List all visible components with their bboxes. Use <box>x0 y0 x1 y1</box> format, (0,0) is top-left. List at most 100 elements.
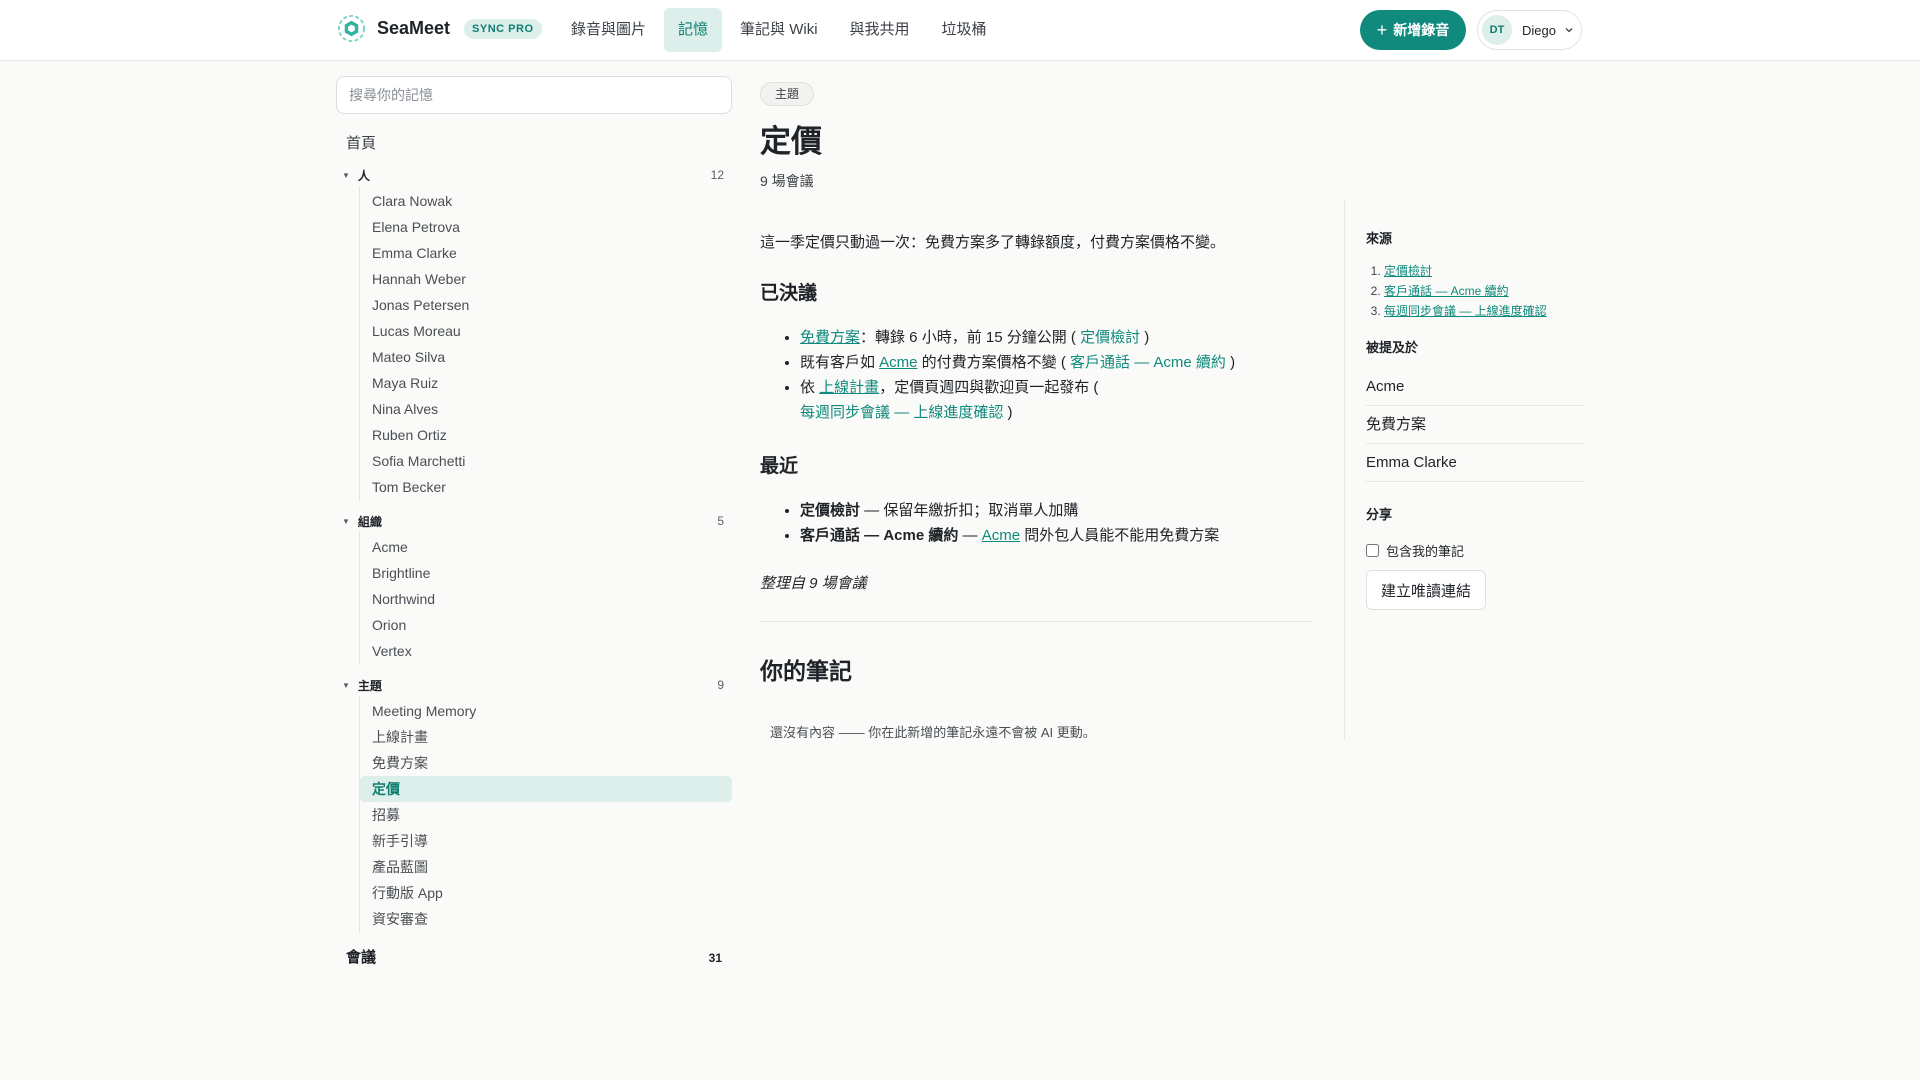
new-recording-label: 新增錄音 <box>1393 22 1450 38</box>
tab-shared-with-me[interactable]: 與我共用 <box>836 8 924 52</box>
sidebar-item-org[interactable]: Vertex <box>360 638 732 664</box>
citation-link[interactable]: 定價檢討 <box>1080 329 1140 346</box>
people-count: 12 <box>710 168 724 182</box>
notes-empty-state[interactable]: 還沒有內容 —— 你在此新增的筆記永遠不會被 AI 更動。 <box>770 722 1315 741</box>
source-link[interactable]: 每週同步會議 — 上線進度確認 <box>1384 304 1547 318</box>
bullet-text: ，定價頁週四與歡迎頁一起發布 <box>879 379 1090 396</box>
main-content: 主題 定價 9 場會議 這一季定價只動過一次：免費方案多了轉錄額度，付費方案價格… <box>760 82 1315 741</box>
mentioned-in-list: Acme 免費方案 Emma Clarke <box>1366 368 1585 482</box>
list-item: 定價檢討 <box>1384 261 1584 281</box>
sidebar-item-topic[interactable]: 免費方案 <box>360 750 732 776</box>
user-menu[interactable]: DT Diego <box>1477 10 1582 50</box>
sidebar-item-topic[interactable]: 產品藍圖 <box>360 854 732 880</box>
sidebar-item-org[interactable]: Acme <box>360 534 732 560</box>
people-section-title: 人 <box>357 168 370 183</box>
seameet-logo-icon <box>337 14 366 43</box>
user-name: Diego <box>1522 22 1556 38</box>
sidebar-item-topic[interactable]: 上線計畫 <box>360 724 732 750</box>
sidebar: 首頁 ▼ 人 12 Clara Nowak Elena Petrova Emma… <box>336 76 732 970</box>
include-notes-option[interactable]: 包含我的筆記 <box>1366 541 1584 560</box>
sidebar-item-person[interactable]: Clara Nowak <box>360 188 732 214</box>
tab-memory[interactable]: 記憶 <box>664 8 723 52</box>
tab-notes-wiki[interactable]: 筆記與 Wiki <box>726 8 832 52</box>
entity-link[interactable]: 免費方案 <box>800 329 860 346</box>
recent-list: 定價檢討 — 保留年繳折扣；取消單人加購 客戶通話 — Acme 續約 — Ac… <box>760 498 1315 548</box>
list-item: 定價檢討 — 保留年繳折扣；取消單人加購 <box>800 498 1315 523</box>
include-notes-label: 包含我的筆記 <box>1386 544 1465 559</box>
orgs-section: ▼ 組織 5 Acme Brightline Northwind Orion V… <box>336 510 732 664</box>
sources-list: 定價檢討 客戶通話 — Acme 續約 每週同步會議 — 上線進度確認 <box>1366 261 1584 321</box>
citation-link[interactable]: 客戶通話 — Acme 續約 <box>1070 354 1226 371</box>
source-link[interactable]: 定價檢討 <box>1384 264 1432 278</box>
bullet-prefix: 依 <box>800 379 820 396</box>
include-notes-checkbox[interactable] <box>1366 544 1379 557</box>
topics-section-header[interactable]: ▼ 主題 9 <box>336 674 732 696</box>
paren-open: ( <box>1060 354 1066 371</box>
topics-count: 9 <box>717 678 724 692</box>
sidebar-item-topic[interactable]: 資安審查 <box>360 906 732 932</box>
chevron-down-icon <box>1565 28 1573 33</box>
bullet-text: — 保留年繳折扣；取消單人加購 <box>860 502 1079 519</box>
sidebar-item-org[interactable]: Brightline <box>360 560 732 586</box>
people-section: ▼ 人 12 Clara Nowak Elena Petrova Emma Cl… <box>336 164 732 500</box>
separator: — <box>958 527 982 544</box>
sidebar-item-person[interactable]: Mateo Silva <box>360 344 732 370</box>
sidebar-item-person[interactable]: Nina Alves <box>360 396 732 422</box>
sidebar-item-person[interactable]: Maya Ruiz <box>360 370 732 396</box>
share-label: 分享 <box>1366 507 1393 522</box>
sidebar-item-org[interactable]: Northwind <box>360 586 732 612</box>
caret-down-icon: ▼ <box>342 516 350 526</box>
brand[interactable]: SeaMeet SYNC PRO <box>337 14 542 43</box>
sidebar-item-person[interactable]: Hannah Weber <box>360 266 732 292</box>
mention-item[interactable]: Emma Clarke <box>1366 444 1585 482</box>
bullet-text: 的付費方案價格不變 <box>917 354 1057 371</box>
topics-section: ▼ 主題 9 Meeting Memory 上線計畫 免費方案 定價 招募 新手… <box>336 674 732 932</box>
orgs-section-header[interactable]: ▼ 組織 5 <box>336 510 732 532</box>
paren-open: ( <box>1093 379 1099 396</box>
top-bar: SeaMeet SYNC PRO 錄音與圖片 記憶 筆記與 Wiki 與我共用 … <box>0 0 1920 61</box>
sidebar-home-link[interactable]: 首頁 <box>346 132 732 154</box>
bullet-prefix: 既有客戶如 <box>800 354 880 371</box>
citation-link[interactable]: 每週同步會議 — 上線進度確認 <box>800 404 1003 421</box>
sidebar-item-person[interactable]: Elena Petrova <box>360 214 732 240</box>
caret-down-icon: ▼ <box>342 170 350 180</box>
sidebar-item-person[interactable]: Ruben Ortiz <box>360 422 732 448</box>
people-list: Clara Nowak Elena Petrova Emma Clarke Ha… <box>359 186 732 500</box>
sidebar-item-topic[interactable]: Meeting Memory <box>360 698 732 724</box>
list-item: 免費方案：轉錄 6 小時，前 15 分鐘公開 ( 定價檢討 ) <box>800 325 1315 350</box>
page-title: 定價 <box>760 124 822 159</box>
sidebar-item-person[interactable]: Emma Clarke <box>360 240 732 266</box>
sidebar-item-person[interactable]: Lucas Moreau <box>360 318 732 344</box>
plan-badge: SYNC PRO <box>464 18 542 39</box>
your-notes-heading: 你的筆記 <box>760 658 852 684</box>
sidebar-item-topic[interactable]: 行動版 App <box>360 880 732 906</box>
sidebar-item-person[interactable]: Jonas Petersen <box>360 292 732 318</box>
people-section-header[interactable]: ▼ 人 12 <box>336 164 732 186</box>
caret-down-icon: ▼ <box>342 680 350 690</box>
tab-trash[interactable]: 垃圾桶 <box>928 8 1001 52</box>
entity-link[interactable]: Acme <box>879 354 917 371</box>
type-tag: 主題 <box>760 82 815 106</box>
entity-link[interactable]: Acme <box>982 527 1020 544</box>
sidebar-item-org[interactable]: Orion <box>360 612 732 638</box>
brand-name: SeaMeet <box>377 18 451 38</box>
bullet-text: 問外包人員能不能用免費方案 <box>1020 527 1220 544</box>
new-recording-button[interactable]: + 新增錄音 <box>1360 10 1466 50</box>
create-readonly-link-button[interactable]: 建立唯讀連結 <box>1366 570 1487 610</box>
sidebar-item-person[interactable]: Tom Becker <box>360 474 732 500</box>
list-item: 客戶通話 — Acme 續約 — Acme 問外包人員能不能用免費方案 <box>800 523 1315 548</box>
sidebar-item-topic[interactable]: 招募 <box>360 802 732 828</box>
tab-recordings[interactable]: 錄音與圖片 <box>557 8 660 52</box>
summary-text: 這一季定價只動過一次：免費方案多了轉錄額度，付費方案價格不變。 <box>760 234 1226 251</box>
source-link[interactable]: 客戶通話 — Acme 續約 <box>1384 284 1509 298</box>
sidebar-meetings-link[interactable]: 會議 31 <box>336 946 732 970</box>
search-input[interactable] <box>336 76 732 114</box>
sidebar-item-person[interactable]: Sofia Marchetti <box>360 448 732 474</box>
meetings-count: 31 <box>708 951 722 965</box>
mention-item[interactable]: 免費方案 <box>1366 406 1585 444</box>
sidebar-item-topic[interactable]: 新手引導 <box>360 828 732 854</box>
list-item: 每週同步會議 — 上線進度確認 <box>1384 301 1584 321</box>
mention-item[interactable]: Acme <box>1366 368 1585 406</box>
sidebar-item-topic-active[interactable]: 定價 <box>360 776 732 802</box>
entity-link[interactable]: 上線計畫 <box>819 379 879 396</box>
